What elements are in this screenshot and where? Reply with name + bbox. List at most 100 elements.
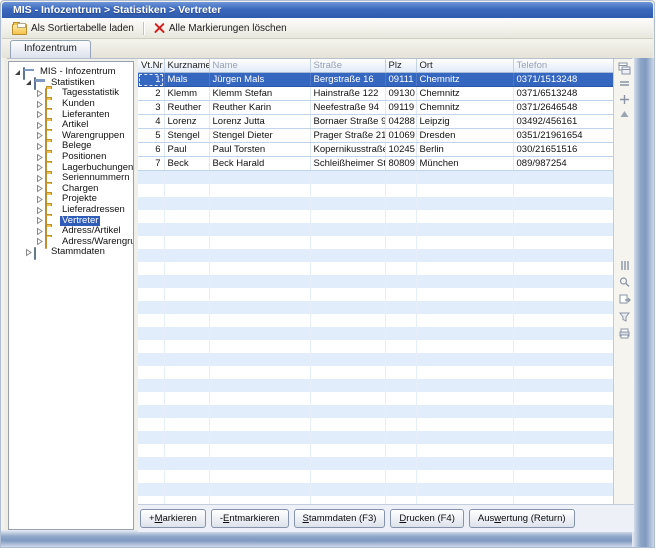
cell-strasse[interactable]: Schleißheimer Straße 378: [310, 157, 385, 171]
cell-plz[interactable]: 09119: [385, 101, 416, 115]
tab-infozentrum[interactable]: Infozentrum: [10, 40, 91, 58]
print-icon[interactable]: [618, 327, 631, 340]
column-header-plz[interactable]: Plz: [385, 59, 416, 73]
clear-markings-button[interactable]: Alle Markierungen löschen: [148, 20, 293, 36]
cell-vtnr[interactable]: 7: [138, 157, 164, 171]
cell-ort[interactable]: Chemnitz: [416, 87, 513, 101]
load-sort-table-button[interactable]: Als Sortiertabelle laden: [6, 20, 140, 36]
cell-vtnr[interactable]: 4: [138, 115, 164, 129]
tree-item-kunden[interactable]: Kunden: [9, 99, 133, 110]
expander-closed-icon[interactable]: [35, 216, 44, 225]
cell-ort[interactable]: München: [416, 157, 513, 171]
cell-name[interactable]: Jürgen Mals: [209, 73, 310, 87]
cell-ort[interactable]: Chemnitz: [416, 101, 513, 115]
search-icon[interactable]: [618, 276, 631, 289]
cell-telefon[interactable]: 089/987254: [513, 157, 613, 171]
cell-ort[interactable]: Dresden: [416, 129, 513, 143]
cell-telefon[interactable]: 03492/456161: [513, 115, 613, 129]
stammdaten-button[interactable]: Stammdaten (F3): [294, 509, 386, 528]
columns-icon[interactable]: [618, 259, 631, 272]
table-row[interactable]: 2 Klemm Klemm Stefan Hainstraße 122 0913…: [138, 87, 613, 101]
expander-closed-icon[interactable]: [35, 121, 44, 130]
cell-plz[interactable]: 01069: [385, 129, 416, 143]
cell-plz[interactable]: 04288: [385, 115, 416, 129]
cell-strasse[interactable]: Kopernikusstraße 47: [310, 143, 385, 157]
expander-closed-icon[interactable]: [35, 100, 44, 109]
column-header-vtnr[interactable]: Vt.Nr▼: [138, 59, 164, 73]
export-icon[interactable]: [618, 293, 631, 306]
column-header-strasse[interactable]: Straße: [310, 59, 385, 73]
cell-telefon[interactable]: 030/21651516: [513, 143, 613, 157]
table-row-selected[interactable]: 1 Mals Jürgen Mals Bergstraße 16 09111 C…: [138, 73, 613, 87]
rows-icon[interactable]: [618, 78, 631, 91]
expander-open-icon[interactable]: [13, 68, 22, 77]
cell-name[interactable]: Reuther Karin: [209, 101, 310, 115]
cell-name[interactable]: Lorenz Jutta: [209, 115, 310, 129]
expander-closed-icon[interactable]: [35, 184, 44, 193]
cell-vtnr[interactable]: 1: [138, 73, 164, 87]
expander-closed-icon[interactable]: [35, 89, 44, 98]
cell-vtnr[interactable]: 6: [138, 143, 164, 157]
entmarkieren-button[interactable]: - Entmarkieren: [211, 509, 289, 528]
cell-kurzname[interactable]: Lorenz: [164, 115, 209, 129]
cell-strasse[interactable]: Prager Straße 212: [310, 129, 385, 143]
cross-icon[interactable]: [618, 93, 631, 106]
auswertung-button[interactable]: Auswertung (Return): [469, 509, 575, 528]
expander-closed-icon[interactable]: [35, 153, 44, 162]
cell-kurzname[interactable]: Paul: [164, 143, 209, 157]
cell-name[interactable]: Klemm Stefan: [209, 87, 310, 101]
tree-item-mis-infozentrum[interactable]: MIS - Infozentrum: [9, 67, 133, 78]
cell-telefon[interactable]: 0351/21961654: [513, 129, 613, 143]
table-row[interactable]: 6 Paul Paul Torsten Kopernikusstraße 47 …: [138, 143, 613, 157]
cell-vtnr[interactable]: 3: [138, 101, 164, 115]
cell-plz[interactable]: 09111: [385, 73, 416, 87]
cell-name[interactable]: Beck Harald: [209, 157, 310, 171]
cell-kurzname[interactable]: Mals: [164, 73, 209, 87]
cell-vtnr[interactable]: 2: [138, 87, 164, 101]
tree-item-lieferadressen[interactable]: Lieferadressen: [9, 205, 133, 216]
tree-item-positionen[interactable]: Positionen: [9, 152, 133, 163]
column-chooser-icon[interactable]: [618, 62, 631, 75]
expander-closed-icon[interactable]: [35, 142, 44, 151]
markieren-button[interactable]: + Markieren: [140, 509, 206, 528]
expander-closed-icon[interactable]: [35, 206, 44, 215]
cell-ort[interactable]: Leipzig: [416, 115, 513, 129]
cell-telefon[interactable]: 0371/2646548: [513, 101, 613, 115]
cell-ort[interactable]: Chemnitz: [416, 73, 513, 87]
tree-item-artikel[interactable]: Artikel: [9, 120, 133, 131]
table-row[interactable]: 5 Stengel Stengel Dieter Prager Straße 2…: [138, 129, 613, 143]
column-header-name[interactable]: Name: [209, 59, 310, 73]
cell-telefon[interactable]: 0371/6513248: [513, 87, 613, 101]
table-row[interactable]: 3 Reuther Reuther Karin Neefestraße 94 0…: [138, 101, 613, 115]
expander-closed-icon[interactable]: [24, 248, 33, 257]
table-row[interactable]: 4 Lorenz Lorenz Jutta Bornaer Straße 94 …: [138, 115, 613, 129]
cell-strasse[interactable]: Neefestraße 94: [310, 101, 385, 115]
cell-plz[interactable]: 10245: [385, 143, 416, 157]
tree-item-stammdaten[interactable]: Stammdaten: [9, 247, 133, 258]
table-row[interactable]: 7 Beck Beck Harald Schleißheimer Straße …: [138, 157, 613, 171]
cell-ort[interactable]: Berlin: [416, 143, 513, 157]
tree-item-adress-artikel[interactable]: Adress/Artikel: [9, 226, 133, 237]
expander-closed-icon[interactable]: [35, 163, 44, 172]
expander-closed-icon[interactable]: [35, 195, 44, 204]
cell-vtnr[interactable]: 5: [138, 129, 164, 143]
cell-kurzname[interactable]: Beck: [164, 157, 209, 171]
column-header-ort[interactable]: Ort: [416, 59, 513, 73]
expander-closed-icon[interactable]: [35, 174, 44, 183]
cell-plz[interactable]: 09130: [385, 87, 416, 101]
expander-closed-icon[interactable]: [35, 237, 44, 246]
cell-kurzname[interactable]: Reuther: [164, 101, 209, 115]
expander-closed-icon[interactable]: [35, 110, 44, 119]
cell-plz[interactable]: 80809: [385, 157, 416, 171]
column-header-kurzname[interactable]: Kurzname: [164, 59, 209, 73]
cell-name[interactable]: Paul Torsten: [209, 143, 310, 157]
expander-closed-icon[interactable]: [35, 131, 44, 140]
cell-telefon[interactable]: 0371/1513248: [513, 73, 613, 87]
cell-kurzname[interactable]: Stengel: [164, 129, 209, 143]
cell-strasse[interactable]: Bergstraße 16: [310, 73, 385, 87]
cell-strasse[interactable]: Hainstraße 122: [310, 87, 385, 101]
cell-name[interactable]: Stengel Dieter: [209, 129, 310, 143]
cell-strasse[interactable]: Bornaer Straße 94: [310, 115, 385, 129]
expander-closed-icon[interactable]: [35, 227, 44, 236]
tree-item-seriennummern[interactable]: Seriennummern: [9, 173, 133, 184]
